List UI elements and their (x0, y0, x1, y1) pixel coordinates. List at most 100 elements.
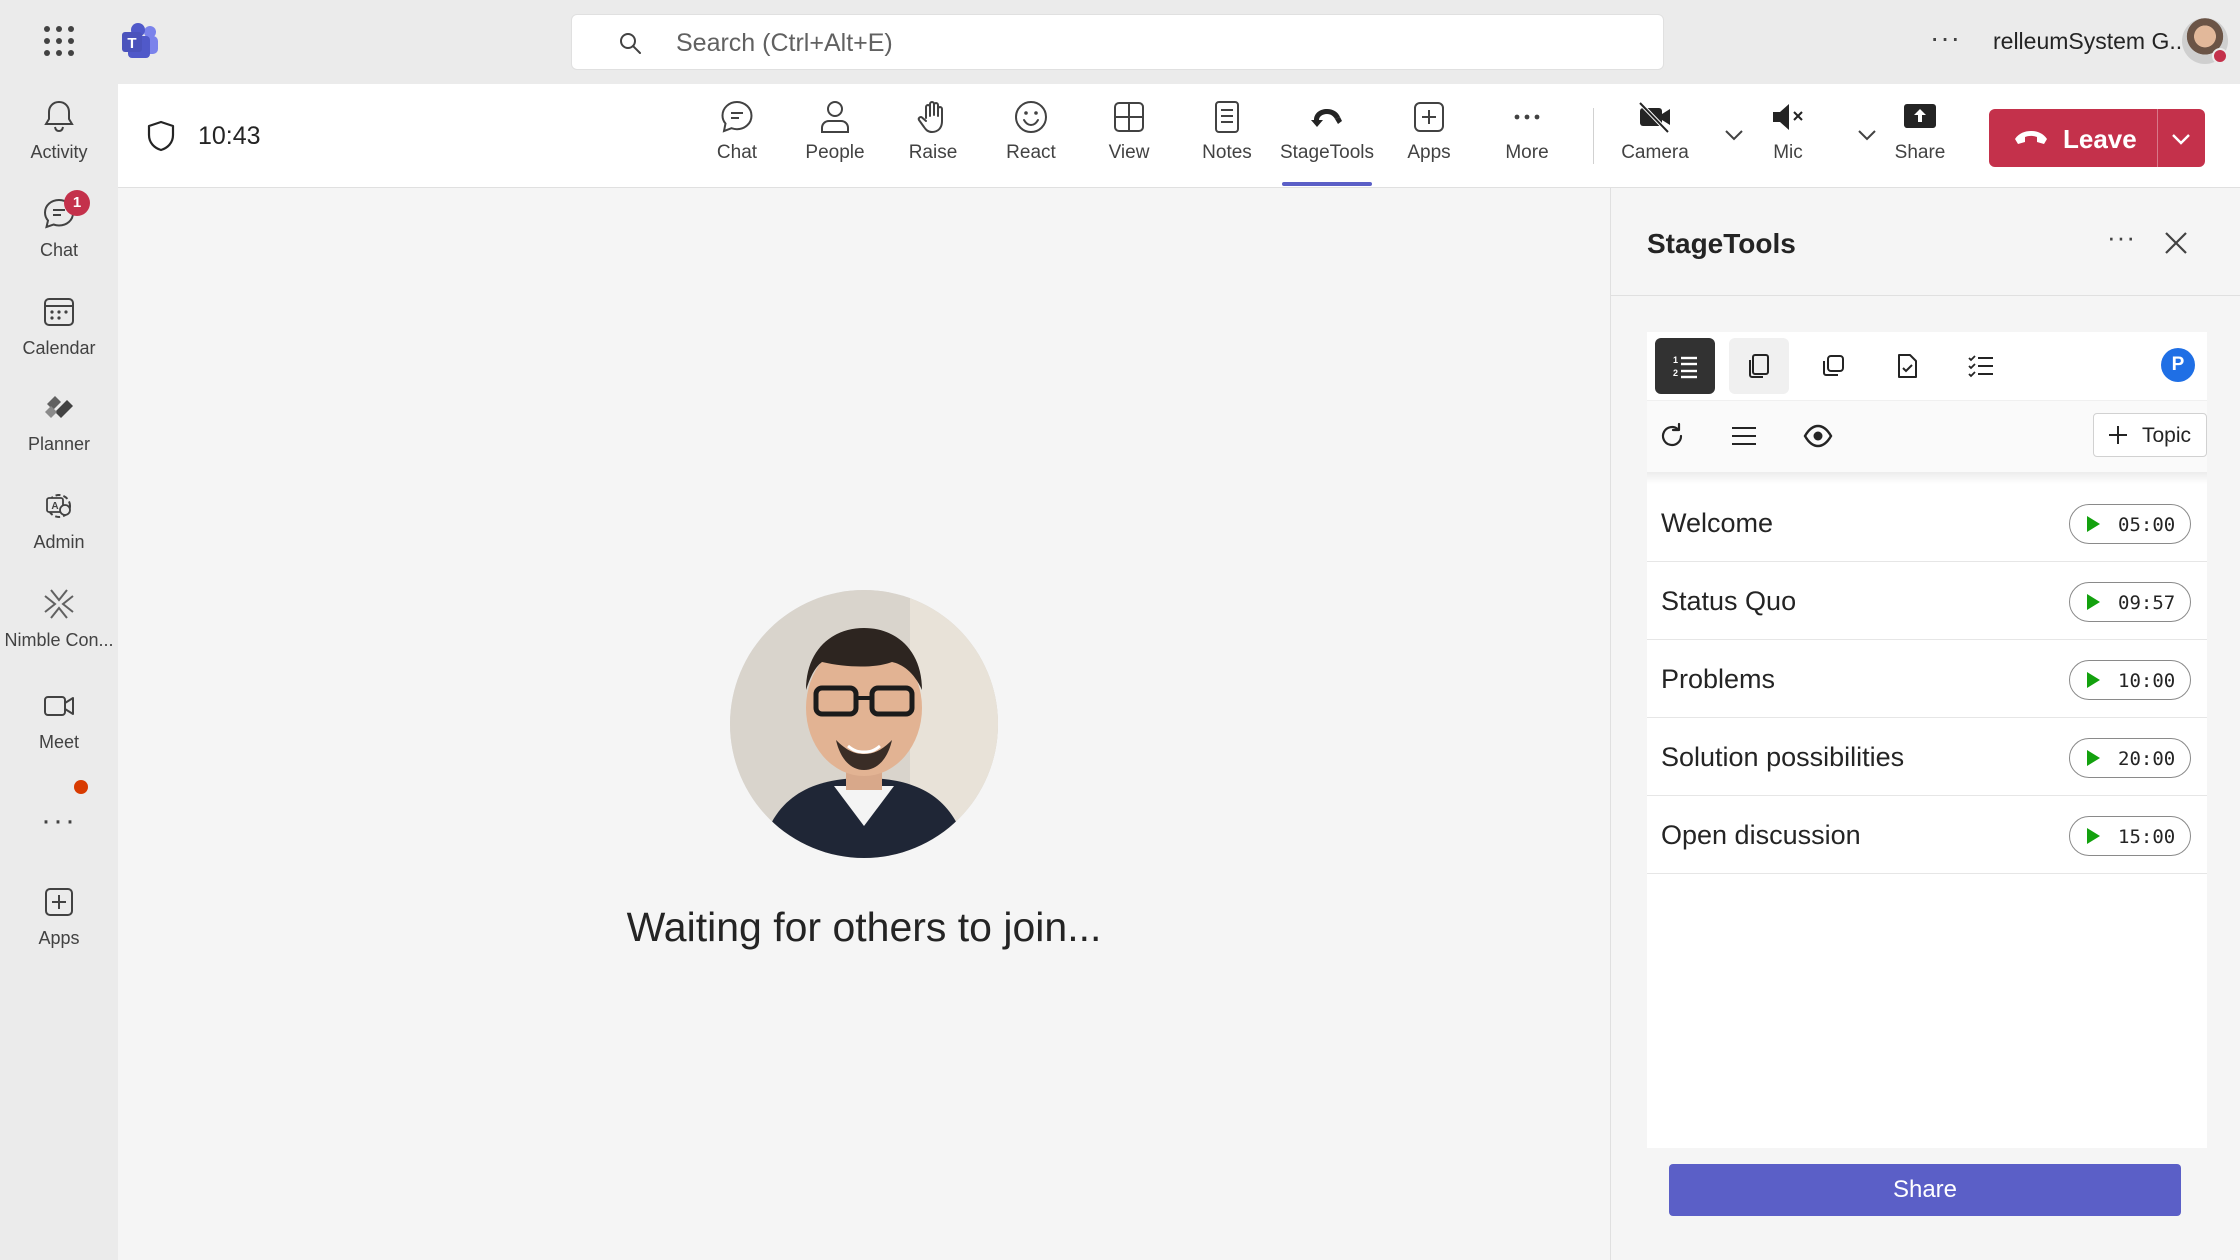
tab-copies[interactable] (1803, 338, 1863, 394)
document-check-icon (1898, 354, 1917, 378)
topic-duration: 10:00 (2118, 670, 2176, 692)
video-icon (44, 696, 74, 716)
more-icon (1514, 114, 1540, 120)
stagetools-icon (1311, 109, 1342, 127)
toolbar-stagetools-button[interactable]: StageTools (1279, 98, 1375, 180)
toolbar-share-button[interactable]: Share (1872, 98, 1968, 180)
start-timer-button[interactable]: 20:00 (2069, 738, 2191, 778)
checklist-icon (1968, 355, 1993, 378)
toolbar-label: Notes (1202, 142, 1252, 163)
rail-item-nimble[interactable]: Nimble Con... (0, 586, 118, 676)
rail-item-admin[interactable]: A Admin (0, 488, 118, 578)
planner-icon (45, 396, 73, 418)
menu-icon[interactable] (1729, 421, 1759, 451)
rail-item-label: Planner (27, 434, 91, 454)
topic-name: Open discussion (1661, 820, 1861, 850)
start-timer-button[interactable]: 15:00 (2069, 816, 2191, 856)
app-rail: Activity 1 Chat Calendar Planner A Admin… (0, 84, 118, 1260)
toolbar-label: More (1505, 142, 1549, 163)
more-apps-icon[interactable]: ··· (0, 804, 118, 838)
start-timer-button[interactable]: 10:00 (2069, 660, 2191, 700)
bell-icon (44, 100, 74, 133)
refresh-icon[interactable] (1657, 421, 1687, 451)
presenter-avatar[interactable]: P (2161, 348, 2195, 382)
person-icon (821, 101, 849, 133)
close-icon[interactable] (2163, 230, 2189, 256)
topic-duration: 09:57 (2118, 592, 2176, 614)
svg-text:2: 2 (1673, 368, 1678, 378)
topic-duration: 15:00 (2118, 826, 2176, 848)
tab-checklist[interactable] (1951, 338, 2011, 394)
toolbar-label: Apps (1407, 142, 1451, 163)
toolbar-apps-button[interactable]: Apps (1381, 98, 1477, 180)
agenda-item[interactable]: Status Quo 09:57 (1647, 562, 2207, 640)
more-options-icon[interactable]: ··· (1930, 22, 1961, 54)
waiting-message: Waiting for others to join... (626, 904, 1102, 950)
add-topic-button[interactable]: Topic (2093, 413, 2207, 457)
agenda-item[interactable]: Solution possibilities 20:00 (1647, 718, 2207, 796)
share-button[interactable]: Share (1669, 1164, 2181, 1216)
start-timer-button[interactable]: 09:57 (2069, 582, 2191, 622)
rail-item-meet[interactable]: Meet (0, 688, 118, 778)
tab-documents[interactable] (1729, 338, 1789, 394)
agenda-list: Welcome 05:00 Status Quo 09:57 Problems … (1647, 484, 2207, 874)
topic-name: Status Quo (1661, 586, 1797, 616)
rail-item-label: Activity (30, 142, 88, 162)
toolbar-raise-button[interactable]: Raise (885, 98, 981, 180)
topic-name: Welcome (1661, 508, 1774, 538)
search-icon (620, 33, 641, 54)
agenda-item[interactable]: Welcome 05:00 (1647, 484, 2207, 562)
toolbar-label: Chat (716, 142, 758, 163)
toolbar-more-button[interactable]: More (1479, 98, 1575, 180)
toolbar-label: React (1006, 142, 1056, 163)
panel-more-icon[interactable]: ··· (2107, 222, 2136, 253)
play-icon (2087, 750, 2100, 766)
leave-button[interactable]: Leave (1989, 109, 2205, 167)
participant-photo (730, 590, 998, 858)
toolbar-notes-button[interactable]: Notes (1179, 98, 1275, 180)
leave-options-chevron-icon[interactable] (2167, 125, 2195, 153)
rail-item-calendar[interactable]: Calendar (0, 294, 118, 384)
play-icon (2087, 516, 2100, 532)
toolbar-camera-button[interactable]: Camera (1607, 98, 1703, 180)
stagetools-panel: StageTools ··· 1 2 P Topic Welcome 05:00… (1610, 188, 2240, 1260)
title-bar: T ··· relleumSystem G... (0, 0, 2240, 84)
toolbar-label: Mic (1773, 142, 1803, 163)
rail-item-label: Meet (38, 732, 80, 752)
toolbar-label: Share (1894, 142, 1946, 163)
chat-icon (721, 100, 753, 133)
rail-item-planner[interactable]: Planner (0, 390, 118, 480)
rail-item-apps[interactable]: Apps (0, 884, 118, 974)
agenda-item[interactable]: Open discussion 15:00 (1647, 796, 2207, 874)
start-timer-button[interactable]: 05:00 (2069, 504, 2191, 544)
plus-icon (2109, 426, 2127, 444)
user-name[interactable]: relleumSystem G... (1993, 28, 2189, 55)
search-input[interactable] (676, 23, 1576, 63)
chat-unread-badge: 1 (64, 190, 90, 216)
toolbar-people-button[interactable]: People (787, 98, 883, 180)
toolbar-mic-button[interactable]: Mic (1740, 98, 1836, 180)
play-icon (2087, 594, 2100, 610)
toolbar-react-button[interactable]: React (983, 98, 1079, 180)
toolbar-shadow (1647, 472, 2207, 484)
rail-item-chat[interactable]: 1 Chat (0, 190, 118, 286)
search-box[interactable] (571, 14, 1664, 70)
rail-item-activity[interactable]: Activity (0, 98, 118, 188)
hand-icon (917, 101, 943, 133)
teams-logo-icon: T (122, 23, 158, 58)
toolbar-chat-button[interactable]: Chat (689, 98, 785, 180)
toolbar-label: StageTools (1279, 142, 1374, 163)
app-launcher-icon[interactable] (44, 26, 74, 56)
toolbar-view-button[interactable]: View (1081, 98, 1177, 180)
tab-agenda[interactable]: 1 2 (1655, 338, 1715, 394)
play-icon (2087, 672, 2100, 688)
eye-icon[interactable] (1803, 421, 1833, 451)
toolbar-label: People (805, 142, 865, 163)
stagetools-card: 1 2 P Topic Welcome 05:00 Status Quo 09:… (1647, 332, 2207, 1148)
tab-checked-document[interactable] (1877, 338, 1937, 394)
shield-icon[interactable] (146, 120, 176, 152)
active-tab-indicator (1282, 182, 1372, 186)
svg-text:1: 1 (1673, 355, 1678, 365)
agenda-item[interactable]: Problems 10:00 (1647, 640, 2207, 718)
meeting-header: 10:43 Chat People Raise React View Notes… (118, 84, 2240, 188)
